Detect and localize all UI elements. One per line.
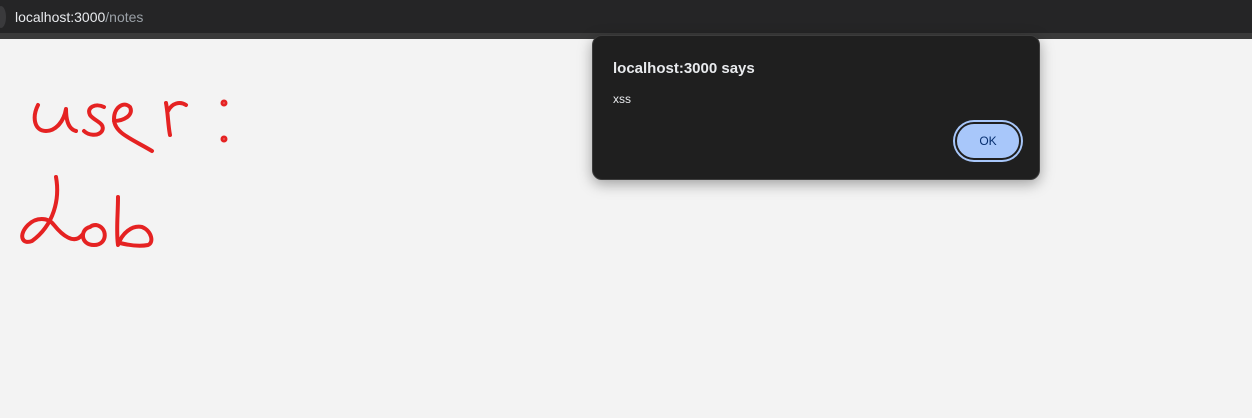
dialog-message: xss — [613, 92, 631, 106]
stroke-colon-bottom — [220, 135, 228, 143]
ok-button[interactable]: OK — [955, 122, 1021, 160]
browser-toolbar: localhost:3000/notes — [0, 0, 1252, 33]
handwritten-note-drawing — [20, 99, 228, 248]
alert-dialog: localhost:3000 says xss OK — [592, 35, 1040, 180]
stroke-r — [164, 101, 188, 137]
stroke-e — [112, 102, 154, 153]
stroke-o — [81, 223, 107, 247]
url-host: localhost:3000 — [15, 8, 106, 25]
stroke-s — [82, 103, 106, 137]
stroke-b — [115, 195, 154, 248]
stroke-u — [32, 103, 78, 133]
stroke-d — [20, 175, 84, 244]
address-bar[interactable]: localhost:3000/notes — [0, 0, 143, 33]
site-info-icon[interactable] — [0, 5, 6, 28]
url-path: /notes — [105, 8, 144, 25]
stroke-colon-top — [220, 99, 228, 107]
dialog-title: localhost:3000 says — [613, 60, 755, 77]
